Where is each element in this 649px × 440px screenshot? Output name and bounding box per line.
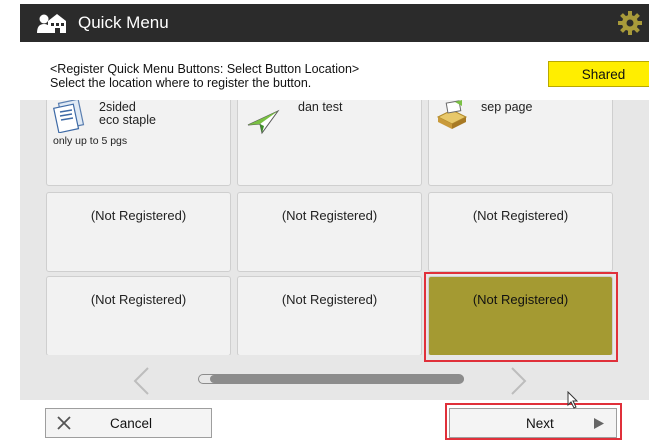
empty-slot[interactable]: (Not Registered)	[237, 192, 422, 272]
chevron-right-icon[interactable]	[508, 366, 530, 396]
instruction-header: <Register Quick Menu Buttons: Select But…	[20, 42, 649, 100]
mouse-cursor-icon	[567, 391, 579, 409]
slot-label: (Not Registered)	[281, 208, 378, 223]
button-grid: 2sided eco staple only up to 5 pgs dan t…	[46, 100, 636, 355]
paper-plane-icon	[247, 109, 280, 135]
empty-slot-selected[interactable]: (Not Registered)	[428, 276, 613, 355]
gear-icon[interactable]	[617, 10, 643, 36]
empty-slot[interactable]: (Not Registered)	[46, 192, 231, 272]
chevron-left-icon[interactable]	[130, 366, 152, 396]
cancel-label: Cancel	[110, 416, 153, 431]
slot-label: (Not Registered)	[90, 208, 187, 223]
tray-feed-icon	[436, 100, 468, 129]
instruction-text: <Register Quick Menu Buttons: Select But…	[50, 62, 359, 90]
empty-slot[interactable]: (Not Registered)	[428, 192, 613, 272]
slot-label: (Not Registered)	[281, 292, 378, 307]
close-icon	[57, 416, 71, 430]
tile-name: sep page	[481, 100, 533, 114]
tile-name: 2sided eco staple	[99, 100, 156, 127]
home-building-icon	[37, 14, 66, 33]
instruction-line-2: Select the location where to register th…	[50, 76, 312, 90]
page-title: Quick Menu	[78, 13, 169, 32]
tile-note: only up to 5 pgs	[53, 135, 128, 147]
empty-slot[interactable]: (Not Registered)	[46, 276, 231, 355]
cancel-button[interactable]: Cancel	[45, 408, 212, 438]
scrollbar-thumb[interactable]	[210, 375, 464, 383]
next-highlight	[445, 403, 622, 440]
tile-name: dan test	[298, 100, 343, 114]
title-bar: Quick Menu	[20, 4, 649, 42]
copy-document-icon	[53, 100, 85, 133]
shared-button[interactable]: Shared	[548, 61, 649, 87]
quick-button-dan-test[interactable]: dan test	[237, 100, 422, 186]
quick-button-sep-page[interactable]: sep page	[428, 100, 613, 186]
empty-slot[interactable]: (Not Registered)	[237, 276, 422, 355]
slot-label: (Not Registered)	[90, 292, 187, 307]
slot-label: (Not Registered)	[472, 208, 569, 223]
slot-label: (Not Registered)	[472, 292, 569, 307]
instruction-line-1: <Register Quick Menu Buttons: Select But…	[50, 62, 360, 76]
quick-button-2sided[interactable]: 2sided eco staple only up to 5 pgs	[46, 100, 231, 186]
